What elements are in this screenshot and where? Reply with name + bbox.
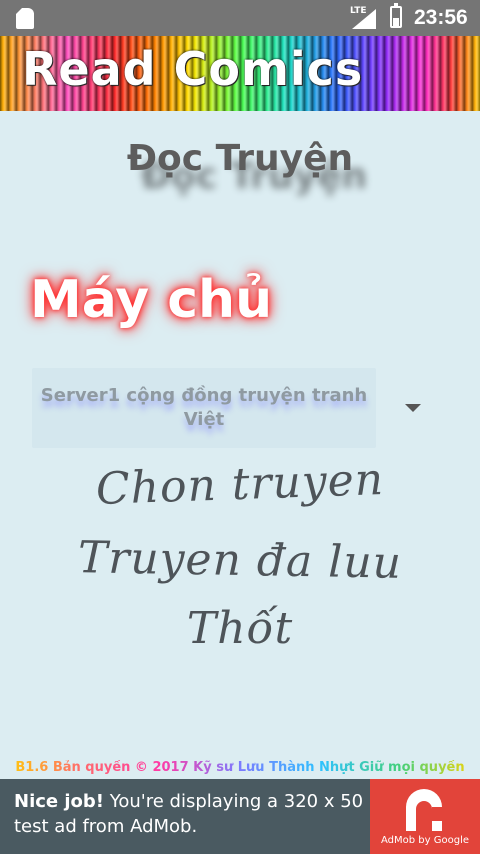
server-label: Máy chủ <box>30 270 273 330</box>
server-select-value: Server1 cộng đồng truyện tranh Việt <box>40 385 368 430</box>
server-select[interactable]: Server1 cộng đồng truyện tranh Việt <box>32 368 376 448</box>
ad-headline: Nice job! <box>14 791 105 812</box>
signal-icon <box>352 9 376 29</box>
exit-button[interactable]: Thốt <box>0 602 480 655</box>
battery-icon <box>390 3 402 28</box>
status-time: 23:56 <box>414 6 468 29</box>
copyright-text: B1.6 Bản quyền © 2017 Kỹ sư Lưu Thành Nh… <box>0 760 480 775</box>
banner-title: Read Comics <box>22 42 364 96</box>
choose-comic-button[interactable]: Chon truyen <box>0 450 480 520</box>
ad-brand: AdMob by Google <box>381 835 469 846</box>
sd-card-icon <box>16 8 34 29</box>
ad-banner[interactable]: Nice job! You're displaying a 320 x 50 t… <box>0 779 480 854</box>
dropdown-arrow-icon[interactable] <box>405 404 421 412</box>
status-bar: LTE 23:56 <box>0 0 480 36</box>
admob-icon <box>406 789 442 831</box>
admob-logo[interactable]: AdMob by Google <box>370 779 480 854</box>
page-title: Đọc Truyện <box>126 138 354 179</box>
ad-text: Nice job! You're displaying a 320 x 50 t… <box>14 789 364 839</box>
header-banner: Read Comics <box>0 36 480 111</box>
saved-comics-button[interactable]: Truyen đa luu <box>0 530 480 591</box>
